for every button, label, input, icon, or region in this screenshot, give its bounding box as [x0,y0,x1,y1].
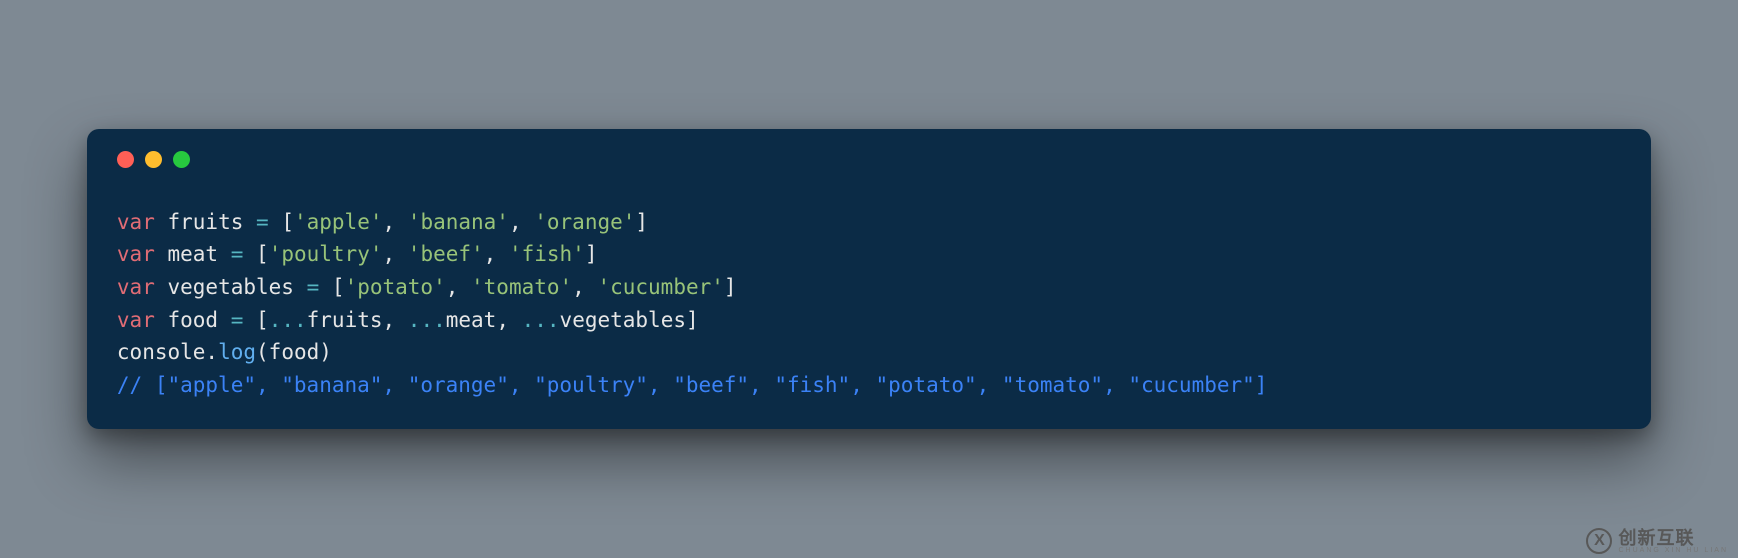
identifier: food [168,308,219,332]
code-line: var fruits = ['apple', 'banana', 'orange… [117,210,648,234]
bracket-open: [ [281,210,294,234]
identifier: fruits [168,210,244,234]
paren-open: ( [256,340,269,364]
bracket-open: [ [332,275,345,299]
comma: , [496,308,521,332]
spread-op: ... [269,308,307,332]
code-line: var food = [...fruits, ...meat, ...veget… [117,308,699,332]
comma: , [383,210,408,234]
operator-eq: = [231,242,244,266]
comma: , [484,242,509,266]
string-literal: 'orange' [534,210,635,234]
string-literal: 'fish' [509,242,585,266]
keyword-var: var [117,242,155,266]
code-line: console.log(food) [117,340,332,364]
comment: // ["apple", "banana", "orange", "poultr… [117,373,1268,397]
string-literal: 'poultry' [269,242,383,266]
comma: , [509,210,534,234]
bracket-close: ] [635,210,648,234]
bracket-open: [ [256,242,269,266]
watermark-main-text: 创新互联 [1618,529,1728,547]
maximize-icon[interactable] [173,151,190,168]
dot: . [205,340,218,364]
bracket-close: ] [686,308,699,332]
comma: , [446,275,471,299]
spread-op: ... [408,308,446,332]
operator-eq: = [256,210,269,234]
keyword-var: var [117,308,155,332]
keyword-var: var [117,275,155,299]
watermark: X 创新互联 CHUANG XIN HU LIAN [1586,528,1728,554]
watermark-logo-icon: X [1586,528,1612,554]
string-literal: 'tomato' [471,275,572,299]
minimize-icon[interactable] [145,151,162,168]
identifier: meat [446,308,497,332]
code-line: var vegetables = ['potato', 'tomato', 'c… [117,275,737,299]
identifier: meat [168,242,219,266]
paren-close: ) [319,340,332,364]
identifier: food [269,340,320,364]
watermark-sub-text: CHUANG XIN HU LIAN [1618,547,1728,554]
bracket-close: ] [585,242,598,266]
string-literal: 'banana' [408,210,509,234]
operator-eq: = [307,275,320,299]
identifier: vegetables [168,275,294,299]
string-literal: 'cucumber' [597,275,723,299]
string-literal: 'potato' [345,275,446,299]
code-line: var meat = ['poultry', 'beef', 'fish'] [117,242,598,266]
bracket-close: ] [724,275,737,299]
keyword-var: var [117,210,155,234]
string-literal: 'apple' [294,210,383,234]
code-window: var fruits = ['apple', 'banana', 'orange… [87,129,1651,429]
identifier: fruits [307,308,383,332]
string-literal: 'beef' [408,242,484,266]
close-icon[interactable] [117,151,134,168]
comma: , [383,242,408,266]
code-line: // ["apple", "banana", "orange", "poultr… [117,373,1268,397]
window-titlebar [117,151,1621,168]
spread-op: ... [522,308,560,332]
method-name: log [218,340,256,364]
comma: , [383,308,408,332]
bracket-open: [ [256,308,269,332]
code-block[interactable]: var fruits = ['apple', 'banana', 'orange… [117,206,1621,401]
operator-eq: = [231,308,244,332]
watermark-icon-letter: X [1594,532,1605,550]
comma: , [572,275,597,299]
identifier: console [117,340,206,364]
identifier: vegetables [560,308,686,332]
